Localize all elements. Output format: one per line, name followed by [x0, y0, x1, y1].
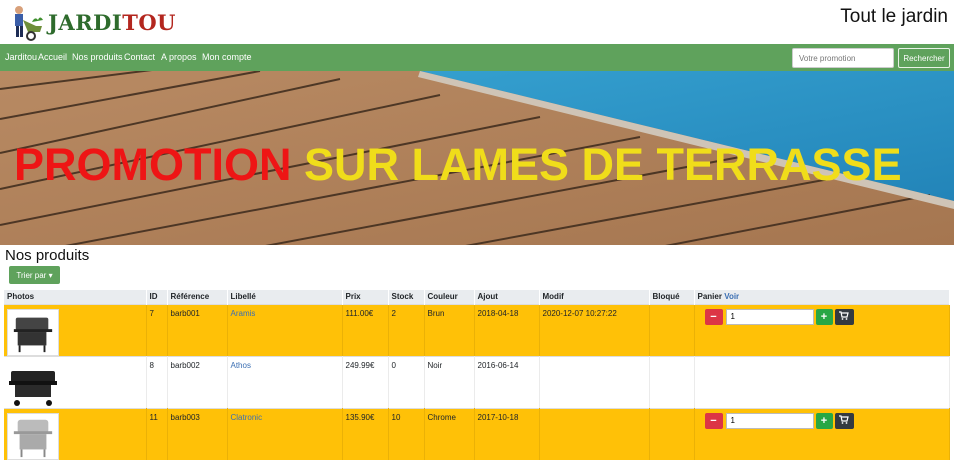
promo-word-1: PROMOTION	[14, 139, 292, 190]
logo-part-1: JARDI	[48, 10, 123, 35]
decrease-qty-button[interactable]: −	[704, 308, 723, 325]
cell-modif: 2020-12-07 10:27:22	[539, 303, 650, 356]
cell-prix: 135.90€	[342, 407, 389, 460]
cell-id: 11	[146, 407, 168, 460]
col-header-libelle: Libellé	[227, 290, 343, 304]
nav-link-accueil[interactable]: Accueil	[38, 52, 67, 62]
col-header-bloque: Bloqué	[649, 290, 695, 304]
gardener-logo-icon[interactable]	[6, 4, 46, 42]
col-header-reference: Référence	[167, 290, 228, 304]
cell-id: 8	[146, 355, 168, 408]
cell-ajout: 2018-04-18	[474, 303, 540, 356]
cell-couleur: Chrome	[424, 407, 475, 460]
site-header: JARDITOU Tout le jardin	[0, 0, 954, 44]
promo-banner: PROMOTION SUR LAMES DE TERRASSE	[0, 71, 954, 245]
plus-icon: +	[820, 414, 828, 427]
sort-label: Trier par	[16, 270, 47, 280]
cell-reference: barb001	[167, 303, 228, 356]
cell-couleur: Noir	[424, 355, 475, 408]
nav-link-mon-compte[interactable]: Mon compte	[202, 52, 252, 62]
col-header-ajout: Ajout	[474, 290, 540, 304]
col-header-stock: Stock	[388, 290, 425, 304]
promo-word-2: SUR LAMES DE TERRASSE	[304, 139, 902, 190]
product-link[interactable]: Clatronic	[231, 413, 263, 422]
nav-link-nos-produits[interactable]: Nos produits	[72, 52, 123, 62]
table-row: 7 barb001 Aramis 111.00€ 2 Brun 2018-04-…	[4, 303, 950, 356]
shopping-cart-icon	[839, 310, 849, 320]
site-logo[interactable]: JARDITOU	[48, 10, 176, 35]
minus-icon: −	[710, 310, 717, 323]
cell-bloque	[649, 407, 695, 460]
col-header-id: ID	[146, 290, 168, 304]
cell-modif	[539, 407, 650, 460]
barbecue-photo[interactable]	[7, 412, 59, 460]
nav-link-contact[interactable]: Contact	[124, 52, 155, 62]
promo-search-input[interactable]	[792, 48, 894, 68]
col-header-modif: Modif	[539, 290, 650, 304]
table-header-row: Photos ID Référence Libellé Prix Stock C…	[4, 290, 950, 304]
product-link[interactable]: Athos	[231, 361, 251, 370]
cell-ajout: 2016-06-14	[474, 355, 540, 408]
table-row: 8 barb002 Athos 249.99€ 0 Noir 2016-06-1…	[4, 355, 950, 408]
product-link[interactable]: Aramis	[231, 309, 256, 318]
logo-part-2: TOU	[122, 10, 176, 35]
promo-headline: PROMOTION SUR LAMES DE TERRASSE	[14, 139, 902, 191]
minus-icon: −	[710, 414, 717, 427]
cart-controls: − +	[698, 412, 947, 431]
col-header-panier: Panier Voir	[694, 290, 950, 304]
photo-cell	[4, 303, 147, 356]
cell-reference: barb003	[167, 407, 228, 460]
cell-id: 7	[146, 303, 168, 356]
col-header-couleur: Couleur	[424, 290, 475, 304]
voir-cart-link[interactable]: Voir	[724, 292, 739, 301]
cart-controls: − +	[698, 308, 947, 327]
cell-reference: barb002	[167, 355, 228, 408]
cell-stock: 2	[388, 303, 425, 356]
col-header-photos: Photos	[4, 290, 147, 304]
add-to-cart-button[interactable]	[834, 308, 854, 325]
increase-qty-button[interactable]: +	[815, 308, 833, 325]
cell-prix: 249.99€	[342, 355, 389, 408]
plus-icon: +	[820, 310, 828, 323]
cell-prix: 111.00€	[342, 303, 389, 356]
add-to-cart-button[interactable]	[834, 412, 854, 429]
quantity-input[interactable]	[725, 412, 814, 429]
site-title: Tout le jardin	[840, 6, 948, 27]
cell-modif	[539, 355, 650, 408]
photo-cell	[4, 355, 147, 408]
products-table: Photos ID Référence Libellé Prix Stock C…	[4, 290, 950, 460]
cell-stock: 0	[388, 355, 425, 408]
barbecue-photo[interactable]	[7, 308, 59, 356]
increase-qty-button[interactable]: +	[815, 412, 833, 429]
cell-bloque	[649, 355, 695, 408]
nav-brand-jarditou[interactable]: Jarditou	[5, 52, 37, 62]
cart-cell: − +	[694, 407, 950, 460]
caret-down-icon: ▾	[48, 270, 53, 280]
nav-link-a-propos[interactable]: A propos	[161, 52, 197, 62]
cart-cell	[694, 355, 950, 408]
photo-cell	[4, 407, 147, 460]
table-row: 11 barb003 Clatronic 135.90€ 10 Chrome 2…	[4, 407, 950, 460]
cell-couleur: Brun	[424, 303, 475, 356]
barbecue-photo[interactable]	[7, 360, 59, 408]
sort-dropdown-button[interactable]: Trier par ▾	[9, 266, 60, 284]
cell-ajout: 2017-10-18	[474, 407, 540, 460]
search-button[interactable]: Rechercher	[898, 48, 950, 68]
cell-bloque	[649, 303, 695, 356]
cell-stock: 10	[388, 407, 425, 460]
shopping-cart-icon	[839, 414, 849, 424]
decrease-qty-button[interactable]: −	[704, 412, 723, 429]
quantity-input[interactable]	[725, 308, 814, 325]
products-title: Nos produits	[5, 247, 90, 264]
panier-label: Panier	[697, 292, 722, 302]
cart-cell: − +	[694, 303, 950, 356]
col-header-prix: Prix	[342, 290, 389, 304]
